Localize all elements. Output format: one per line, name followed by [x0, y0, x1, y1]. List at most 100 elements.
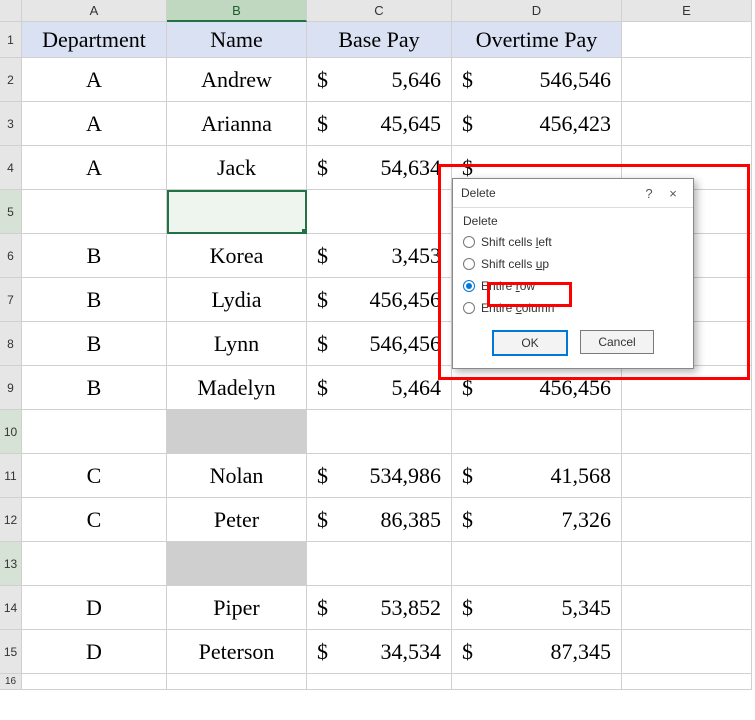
cell-D15[interactable]: $87,345 [452, 630, 622, 674]
col-header-C[interactable]: C [307, 0, 452, 22]
cell-D3[interactable]: $456,423 [452, 102, 622, 146]
radio-icon[interactable] [463, 302, 475, 314]
cell-B7[interactable]: Lydia [167, 278, 307, 322]
cell-B3[interactable]: Arianna [167, 102, 307, 146]
cell-D11[interactable]: $41,568 [452, 454, 622, 498]
radio-icon[interactable] [463, 258, 475, 270]
col-header-A[interactable]: A [22, 0, 167, 22]
cell-C15[interactable]: $34,534 [307, 630, 452, 674]
cell-E11[interactable] [622, 454, 752, 498]
cell-A2[interactable]: A [22, 58, 167, 102]
cell-A13[interactable] [22, 542, 167, 586]
cell-C5[interactable] [307, 190, 452, 234]
cell-A4[interactable]: A [22, 146, 167, 190]
close-button[interactable]: × [661, 186, 685, 201]
radio-option-shift_left[interactable]: Shift cells left [463, 232, 683, 252]
dialog-titlebar[interactable]: Delete ? × [453, 179, 693, 208]
cell-C13[interactable] [307, 542, 452, 586]
cell-B12[interactable]: Peter [167, 498, 307, 542]
cell-E2[interactable] [622, 58, 752, 102]
cell-B14[interactable]: Piper [167, 586, 307, 630]
cell-C8[interactable]: $546,456 [307, 322, 452, 366]
cell-C7[interactable]: $456,456 [307, 278, 452, 322]
cell-E1[interactable] [622, 22, 752, 58]
active-cell[interactable] [167, 190, 307, 234]
cell-A5[interactable] [22, 190, 167, 234]
cell-C3[interactable]: $45,645 [307, 102, 452, 146]
row-header[interactable]: 14 [0, 586, 22, 630]
cell-E14[interactable] [622, 586, 752, 630]
header-cell-ot[interactable]: Overtime Pay [452, 22, 622, 58]
radio-icon[interactable] [463, 280, 475, 292]
cell-D14[interactable]: $5,345 [452, 586, 622, 630]
row-header[interactable]: 11 [0, 454, 22, 498]
cell-D12[interactable]: $7,326 [452, 498, 622, 542]
row-header[interactable]: 3 [0, 102, 22, 146]
cell-C6[interactable]: $3,453 [307, 234, 452, 278]
cell-C4[interactable]: $54,634 [307, 146, 452, 190]
col-header-B[interactable]: B [167, 0, 307, 22]
cell-E10[interactable] [622, 410, 752, 454]
radio-option-shift_up[interactable]: Shift cells up [463, 254, 683, 274]
cell-D13[interactable] [452, 542, 622, 586]
select-all-corner[interactable] [0, 0, 22, 22]
row-header[interactable]: 5 [0, 190, 22, 234]
cell-B4[interactable]: Jack [167, 146, 307, 190]
row-header[interactable]: 9 [0, 366, 22, 410]
cell-A7[interactable]: B [22, 278, 167, 322]
cell-A3[interactable]: A [22, 102, 167, 146]
row-header[interactable]: 7 [0, 278, 22, 322]
ok-button[interactable]: OK [492, 330, 568, 356]
cell-B2[interactable]: Andrew [167, 58, 307, 102]
cell-C11[interactable]: $534,986 [307, 454, 452, 498]
cell-A12[interactable]: C [22, 498, 167, 542]
cell-C14[interactable]: $53,852 [307, 586, 452, 630]
cell-B9[interactable]: Madelyn [167, 366, 307, 410]
cell-D2[interactable]: $546,546 [452, 58, 622, 102]
row-header[interactable]: 8 [0, 322, 22, 366]
cell-B6[interactable]: Korea [167, 234, 307, 278]
row-header[interactable]: 13 [0, 542, 22, 586]
row-header[interactable]: 16 [0, 674, 22, 690]
row-header[interactable]: 2 [0, 58, 22, 102]
col-header-D[interactable]: D [452, 0, 622, 22]
cell-C12[interactable]: $86,385 [307, 498, 452, 542]
cell-C10[interactable] [307, 410, 452, 454]
cell-A15[interactable]: D [22, 630, 167, 674]
cell-A14[interactable]: D [22, 586, 167, 630]
cell-A9[interactable]: B [22, 366, 167, 410]
radio-option-entire_col[interactable]: Entire column [463, 298, 683, 318]
cell-A10[interactable] [22, 410, 167, 454]
cell-C9[interactable]: $5,464 [307, 366, 452, 410]
cell-D10[interactable] [452, 410, 622, 454]
cell-A8[interactable]: B [22, 322, 167, 366]
cell-A6[interactable]: B [22, 234, 167, 278]
cell-C2[interactable]: $5,646 [307, 58, 452, 102]
cell-B10[interactable] [167, 410, 307, 454]
cell-B13[interactable] [167, 542, 307, 586]
header-cell-name[interactable]: Name [167, 22, 307, 58]
row-header[interactable]: 1 [0, 22, 22, 58]
header-cell-dept[interactable]: Department [22, 22, 167, 58]
fill-handle[interactable] [302, 229, 307, 234]
cell-E15[interactable] [622, 630, 752, 674]
cell-B11[interactable]: Nolan [167, 454, 307, 498]
cell-E12[interactable] [622, 498, 752, 542]
row-header[interactable]: 4 [0, 146, 22, 190]
col-header-E[interactable]: E [622, 0, 752, 22]
radio-icon[interactable] [463, 236, 475, 248]
cell-B8[interactable]: Lynn [167, 322, 307, 366]
row-header[interactable]: 6 [0, 234, 22, 278]
radio-option-entire_row[interactable]: Entire row [463, 276, 683, 296]
row-header[interactable]: 15 [0, 630, 22, 674]
cell-B15[interactable]: Peterson [167, 630, 307, 674]
row-header[interactable]: 10 [0, 410, 22, 454]
cell-D9[interactable]: $456,456 [452, 366, 622, 410]
cell-A11[interactable]: C [22, 454, 167, 498]
cell-E3[interactable] [622, 102, 752, 146]
cancel-button[interactable]: Cancel [580, 330, 654, 354]
header-cell-base[interactable]: Base Pay [307, 22, 452, 58]
cell-E9[interactable] [622, 366, 752, 410]
cell-E13[interactable] [622, 542, 752, 586]
row-header[interactable]: 12 [0, 498, 22, 542]
